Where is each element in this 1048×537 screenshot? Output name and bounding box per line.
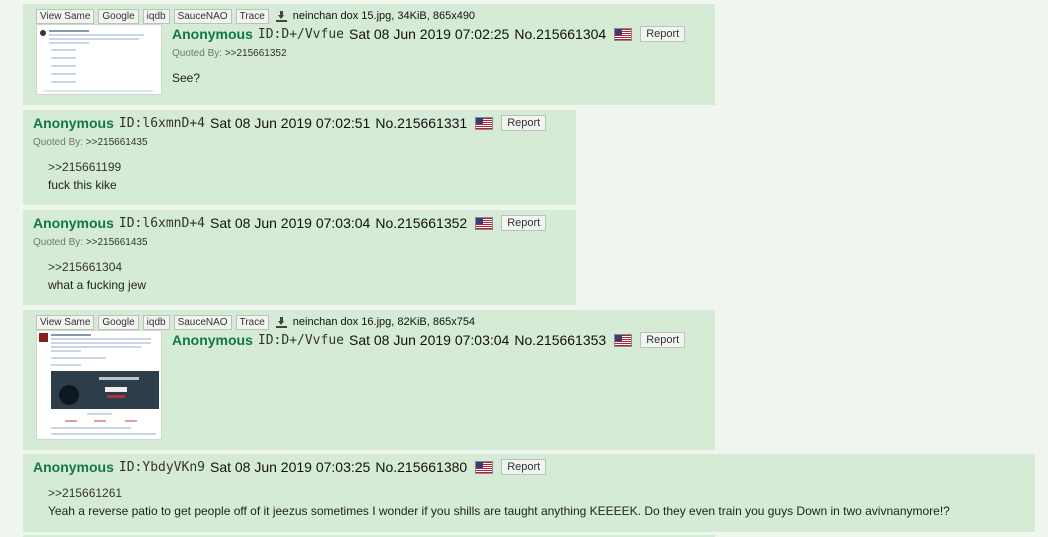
quoted-by-link[interactable]: >>215661435 <box>86 137 148 148</box>
post: Anonymous ID:YbdyVKn9 Sat 08 Jun 2019 07… <box>23 454 1035 532</box>
post-header: Anonymous ID:D+/Vvfue Sat 08 Jun 2019 07… <box>172 332 686 348</box>
file-info-bar: View Same Google iqdb SauceNAO Trace nei… <box>36 314 475 330</box>
post-header: Anonymous ID:D+/Vvfue Sat 08 Jun 2019 07… <box>172 26 686 42</box>
google-button[interactable]: Google <box>98 8 139 24</box>
report-button[interactable]: Report <box>640 332 686 348</box>
quote-link[interactable]: >>215661261 <box>48 484 1033 502</box>
saucenao-button[interactable]: SauceNAO <box>173 8 232 24</box>
post-message: >>215661261 Yeah a reverse patio to get … <box>48 484 1033 520</box>
post-date: Sat 08 Jun 2019 07:03:04 <box>348 332 510 348</box>
download-icon[interactable] <box>275 10 287 22</box>
report-button[interactable]: Report <box>501 215 547 231</box>
poster-name: Anonymous <box>172 26 253 42</box>
post-number[interactable]: No.215661352 <box>375 215 467 231</box>
post-date: Sat 08 Jun 2019 07:03:04 <box>209 215 371 231</box>
post-message: >>215661304 what a fucking jew <box>48 258 146 294</box>
file-info-bar: View Same Google iqdb SauceNAO Trace nei… <box>36 8 475 24</box>
post-date: Sat 08 Jun 2019 07:03:25 <box>209 459 371 475</box>
post-text: See? <box>172 71 201 85</box>
post-image-thumbnail[interactable] <box>36 330 162 440</box>
us-flag-icon <box>614 333 633 347</box>
report-button[interactable]: Report <box>501 459 547 475</box>
post: Anonymous ID:l6xmnD+4 Sat 08 Jun 2019 07… <box>23 110 576 205</box>
thumb-avatar-icon <box>40 30 46 36</box>
poster-name: Anonymous <box>33 115 114 131</box>
post-header: Anonymous ID:l6xmnD+4 Sat 08 Jun 2019 07… <box>33 115 547 131</box>
post-date: Sat 08 Jun 2019 07:02:25 <box>348 26 510 42</box>
quote-link[interactable]: >>215661304 <box>48 258 146 276</box>
post-text: Yeah a reverse patio to get people off o… <box>48 504 950 518</box>
poster-name: Anonymous <box>172 332 253 348</box>
file-name[interactable]: neinchan dox 16.jpg, 82KiB, 865x754 <box>293 316 475 328</box>
view-same-button[interactable]: View Same <box>36 314 95 330</box>
thumb-logo-icon <box>39 333 48 342</box>
thumb-banner <box>51 371 159 409</box>
trace-button[interactable]: Trace <box>235 314 269 330</box>
poster-id[interactable]: ID:D+/Vvfue <box>258 27 344 42</box>
post-image-thumbnail[interactable] <box>36 24 162 95</box>
post-header: Anonymous ID:l6xmnD+4 Sat 08 Jun 2019 07… <box>33 215 547 231</box>
quoted-by-label: Quoted By: <box>33 137 84 148</box>
saucenao-button[interactable]: SauceNAO <box>173 314 232 330</box>
post: Anonymous ID:l6xmnD+4 Sat 08 Jun 2019 07… <box>23 210 576 305</box>
us-flag-icon <box>614 27 633 41</box>
iqdb-button[interactable]: iqdb <box>142 8 170 24</box>
us-flag-icon <box>475 116 494 130</box>
quoted-by: Quoted By: >>215661435 <box>33 137 148 148</box>
download-icon[interactable] <box>275 316 287 328</box>
us-flag-icon <box>475 460 494 474</box>
post-number[interactable]: No.215661304 <box>514 26 606 42</box>
report-button[interactable]: Report <box>501 115 547 131</box>
quoted-by-link[interactable]: >>215661435 <box>86 237 148 248</box>
trace-button[interactable]: Trace <box>235 8 269 24</box>
quoted-by-label: Quoted By: <box>33 237 84 248</box>
post-text: fuck this kike <box>48 178 117 192</box>
post: View Same Google iqdb SauceNAO Trace nei… <box>23 310 715 450</box>
view-same-button[interactable]: View Same <box>36 8 95 24</box>
post-number[interactable]: No.215661380 <box>375 459 467 475</box>
post-message: >>215661199 fuck this kike <box>48 158 121 194</box>
post-number[interactable]: No.215661353 <box>514 332 606 348</box>
file-name[interactable]: neinchan dox 15.jpg, 34KiB, 865x490 <box>293 10 475 22</box>
poster-id[interactable]: ID:l6xmnD+4 <box>119 116 205 131</box>
quoted-by-label: Quoted By: <box>172 48 223 59</box>
post-text: what a fucking jew <box>48 278 147 292</box>
post-number[interactable]: No.215661331 <box>375 115 467 131</box>
post-message: See? <box>172 69 200 87</box>
post: View Same Google iqdb SauceNAO Trace nei… <box>23 4 715 105</box>
quoted-by: Quoted By: >>215661435 <box>33 237 148 248</box>
us-flag-icon <box>475 216 494 230</box>
report-button[interactable]: Report <box>640 26 686 42</box>
poster-name: Anonymous <box>33 215 114 231</box>
poster-id[interactable]: ID:l6xmnD+4 <box>119 216 205 231</box>
post-header: Anonymous ID:YbdyVKn9 Sat 08 Jun 2019 07… <box>33 459 547 475</box>
iqdb-button[interactable]: iqdb <box>142 314 170 330</box>
quoted-by: Quoted By: >>215661352 <box>172 48 287 59</box>
poster-name: Anonymous <box>33 459 114 475</box>
poster-id[interactable]: ID:YbdyVKn9 <box>119 460 205 475</box>
post-date: Sat 08 Jun 2019 07:02:51 <box>209 115 371 131</box>
quoted-by-link[interactable]: >>215661352 <box>225 48 287 59</box>
quote-link[interactable]: >>215661199 <box>48 158 121 176</box>
google-button[interactable]: Google <box>98 314 139 330</box>
poster-id[interactable]: ID:D+/Vvfue <box>258 333 344 348</box>
